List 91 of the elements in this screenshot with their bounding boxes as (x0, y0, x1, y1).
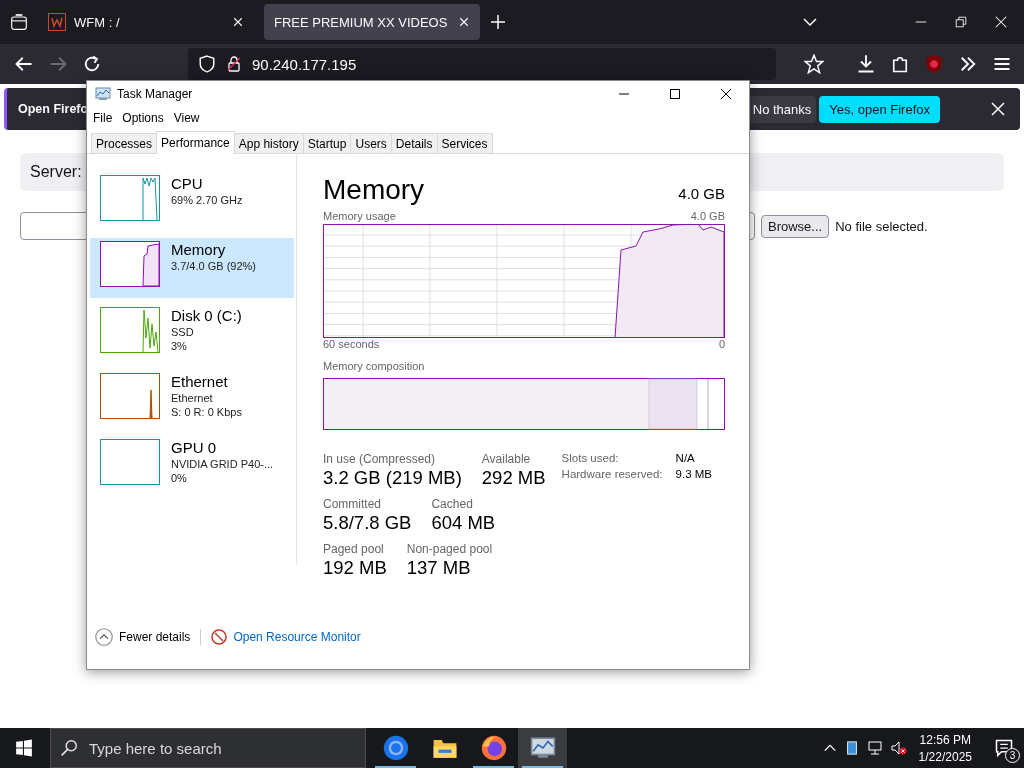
menu-item[interactable]: File (93, 111, 113, 125)
stat-label: Available (481, 452, 532, 466)
tab[interactable]: Startup (302, 133, 352, 153)
graph-label: Memory usage (323, 210, 396, 222)
tab-list-icon[interactable] (10, 13, 28, 31)
search-icon (60, 739, 78, 757)
resource-detail: SSD (171, 326, 195, 338)
stat-value: 604 MB (431, 512, 496, 534)
resource-monitor-link[interactable]: Open Resource Monitor (233, 630, 361, 644)
stat-label: Committed (323, 497, 382, 511)
stat-value: 5.8/7.8 GB (323, 512, 412, 534)
resource-name: Ethernet (171, 373, 229, 390)
resource-detail: 3.7/4.0 GB (92%) (171, 260, 256, 272)
resource-item[interactable]: Ethernet Ethernet S: 0 R: 0 Kbps (90, 370, 294, 430)
resource-detail: NVIDIA GRID P40-... (171, 458, 274, 470)
total-memory: 4.0 GB (678, 185, 725, 202)
resource-detail: 69% 2.70 GHz (171, 194, 243, 206)
star-icon[interactable] (804, 54, 825, 74)
resource-detail: 0% (171, 472, 188, 484)
browser-tab[interactable]: WFM : / (38, 4, 254, 40)
fox-browser-icon (480, 735, 507, 761)
browser-tab[interactable]: FREE PREMIUM XX VIDEOS (264, 4, 480, 40)
address-bar[interactable]: 90.240.177.195 (188, 48, 777, 80)
tab[interactable]: Processes (91, 133, 158, 153)
new-tab-icon[interactable] (490, 14, 506, 30)
notification-count: 3 (1005, 748, 1020, 763)
download-icon[interactable] (856, 54, 876, 74)
tab[interactable]: Performance (156, 131, 235, 154)
reload-icon[interactable] (82, 54, 102, 74)
lock-icon (226, 56, 242, 72)
close-icon[interactable] (720, 88, 732, 100)
axis-label: 60 seconds (323, 338, 380, 350)
file-status: No file selected. (835, 218, 928, 234)
tab[interactable]: Users (350, 133, 392, 153)
browse-button[interactable]: Browse... (761, 214, 830, 238)
search-field[interactable]: Type here to search (50, 728, 366, 768)
taskbar-app[interactable] (518, 728, 567, 768)
dismiss-button[interactable]: No thanks (747, 95, 817, 123)
resource-name: Memory (171, 241, 227, 258)
resource-name: Disk 0 (C:) (171, 307, 242, 324)
resource-name: CPU (171, 175, 204, 192)
start-icon[interactable] (15, 739, 33, 757)
menu-item[interactable]: Options (122, 111, 164, 125)
restore-icon[interactable] (954, 15, 968, 29)
resource-name: GPU 0 (171, 439, 217, 456)
network-icon[interactable] (866, 740, 883, 756)
fewer-details-link[interactable]: Fewer details (119, 630, 191, 644)
monitor-graph-icon (529, 735, 556, 761)
resource-detail: S: 0 R: 0 Kbps (171, 406, 242, 418)
stat-value: 3.2 GB (219 MB) (323, 467, 462, 489)
resource-item[interactable]: Memory 3.7/4.0 GB (92%) (90, 238, 294, 298)
stat-label: Paged pool (323, 542, 385, 556)
open-firefox-button[interactable]: Yes, open Firefox (819, 95, 940, 123)
stat-label: Slots used: (561, 452, 620, 464)
stat-value: 292 MB (481, 467, 546, 489)
battery-icon[interactable] (844, 741, 859, 755)
shield-icon (198, 55, 216, 73)
stat-label: In use (Compressed) (323, 452, 437, 466)
muted-speaker-icon[interactable] (890, 740, 907, 756)
stat-value: 9.3 MB (675, 468, 712, 480)
server-label: Server: (30, 163, 82, 181)
resource-item[interactable]: CPU 69% 2.70 GHz (90, 172, 294, 232)
resource-detail: 3% (171, 340, 188, 352)
panel-title: Memory (323, 174, 425, 206)
collapse-icon[interactable] (95, 628, 113, 646)
tab[interactable]: App history (233, 133, 304, 153)
resource-detail: Ethernet (171, 392, 214, 404)
resource-item[interactable]: GPU 0 NVIDIA GRID P40-... 0% (90, 436, 294, 496)
graph-label: Memory composition (323, 360, 425, 372)
stat-label: Non-paged pool (406, 542, 493, 556)
window-title: Task Manager (117, 87, 194, 101)
task-manager-icon (94, 86, 112, 102)
graph-max-label: 4.0 GB (690, 210, 725, 222)
clock-time[interactable]: 12:56 PM (919, 732, 971, 747)
clock-date[interactable]: 1/22/2025 (918, 749, 972, 764)
notification-text: Open Firefo (18, 102, 89, 116)
menu-item[interactable]: View (173, 111, 200, 125)
double-chevron-icon[interactable] (958, 54, 978, 74)
resource-monitor-icon (211, 629, 228, 645)
notification-icon[interactable] (994, 738, 1014, 758)
axis-label: 0 (718, 338, 725, 350)
stat-label: Hardware reserved: (561, 468, 664, 480)
stat-value: 137 MB (406, 557, 472, 579)
tab[interactable]: Details (390, 133, 438, 153)
maximize-icon[interactable] (669, 88, 681, 100)
resource-item[interactable]: Disk 0 (C:) SSD 3% (90, 304, 294, 364)
stat-label: Cached (431, 497, 474, 511)
stat-value: 192 MB (323, 557, 387, 579)
stat-value: N/A (675, 452, 696, 464)
tab[interactable]: Services (436, 133, 493, 153)
shield-badge-icon[interactable] (924, 54, 944, 74)
